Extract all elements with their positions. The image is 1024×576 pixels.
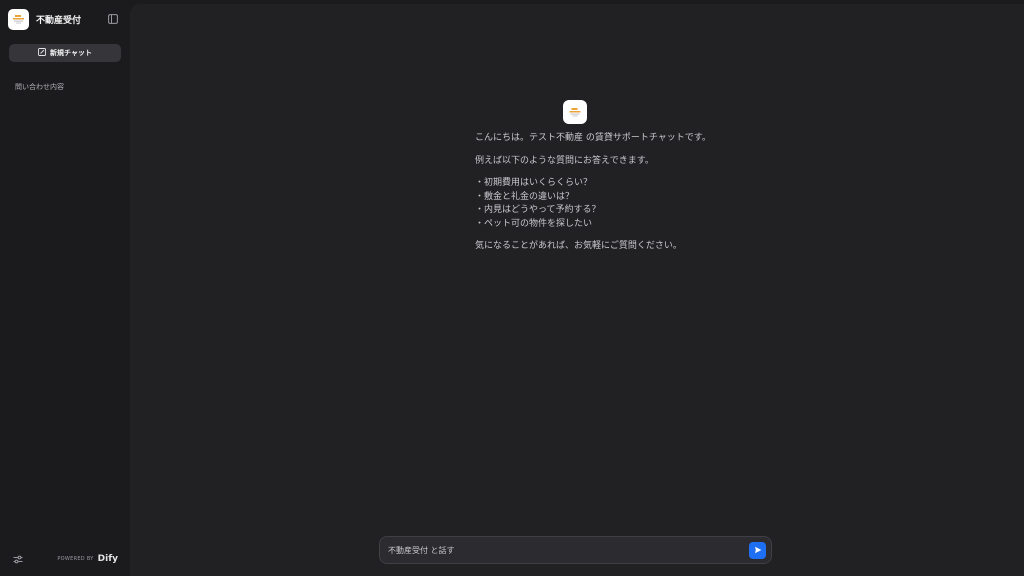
settings-toggle-icon[interactable]: [12, 553, 24, 565]
edit-icon: [38, 48, 46, 58]
sidebar-collapse-icon[interactable]: [106, 12, 120, 26]
send-button[interactable]: [749, 541, 766, 559]
example-questions: ・初期費用はいくらくらい？ ・敷金と礼金の違いは？ ・内見はどうやって予約する？…: [475, 177, 775, 231]
greeting-text: こんにちは。テスト不動産 の賃貸サポートチャットです。: [475, 133, 711, 143]
building-logo-icon: [8, 8, 29, 30]
intro-text: 例えば以下のような質問にお答えできます。: [475, 155, 654, 166]
new-chat-label: 新規チャット: [50, 49, 92, 57]
example-question: ・初期費用はいくらくらい？: [475, 178, 593, 188]
sidebar: 不動産受付 新規チャット 問い合わせ内容 POWERED BY Dify: [0, 0, 130, 576]
example-question: ・ペット可の物件を探したい: [475, 218, 593, 229]
chat-main: こんにちは。テスト不動産 の賃貸サポートチャットです。 例えば以下のような質問に…: [130, 4, 1024, 576]
powered-by-badge: POWERED BY Dify: [57, 554, 118, 564]
sidebar-header: 不動産受付: [0, 0, 130, 38]
new-chat-button[interactable]: 新規チャット: [9, 44, 121, 62]
example-question: ・敷金と礼金の違いは？: [475, 191, 575, 202]
building-logo-icon: [569, 108, 581, 117]
app-name: 不動産受付: [36, 15, 82, 26]
conversation-item[interactable]: 問い合わせ内容: [15, 82, 130, 92]
example-question: ・内見はどうやって予約する？: [475, 205, 601, 215]
message-content: こんにちは。テスト不動産 の賃貸サポートチャットです。 例えば以下のような質問に…: [475, 132, 775, 254]
app-root: 不動産受付 新規チャット 問い合わせ内容 POWERED BY Dify こんに…: [0, 0, 1024, 576]
powered-by-text: POWERED BY: [57, 556, 94, 562]
closing-text: 気になることがあれば、お気軽にご質問ください。: [475, 241, 682, 251]
chat-input-box: [379, 536, 772, 564]
dify-logo: Dify: [97, 554, 118, 564]
bot-avatar: [563, 100, 587, 124]
send-icon: [754, 546, 761, 554]
sidebar-footer: POWERED BY Dify: [0, 553, 130, 565]
welcome-message: こんにちは。テスト不動産 の賃貸サポートチャットです。 例えば以下のような質問に…: [475, 100, 775, 263]
chat-input[interactable]: [388, 545, 749, 555]
